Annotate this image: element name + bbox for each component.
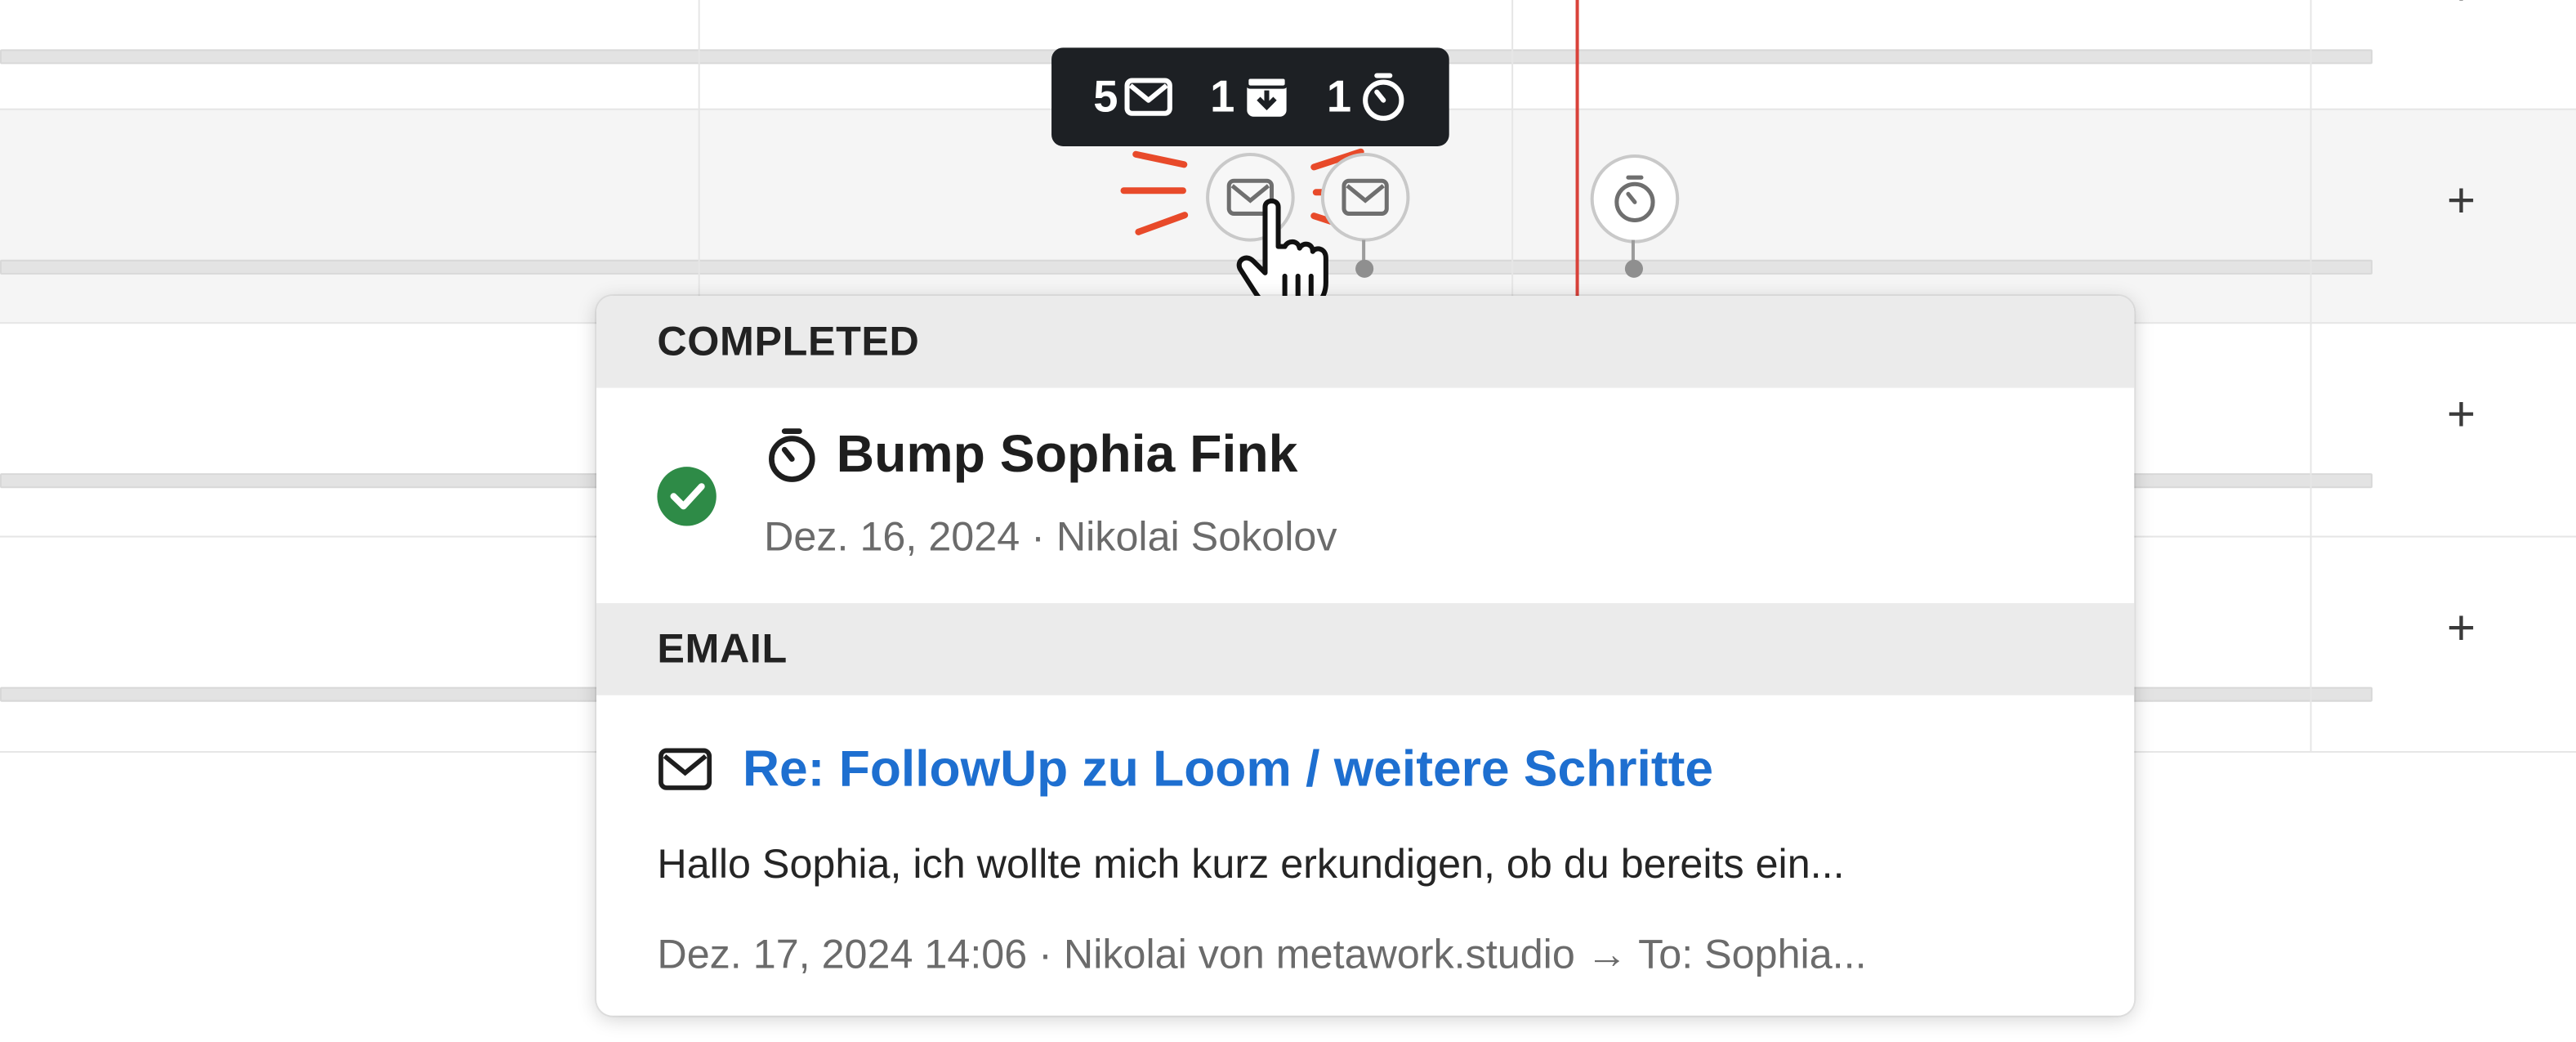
download-count-group: 1 bbox=[1210, 71, 1291, 122]
email-preview: Hallo Sophia, ich wollte mich kurz erkun… bbox=[657, 841, 1845, 888]
check-icon bbox=[657, 467, 717, 526]
add-button[interactable]: + bbox=[2438, 0, 2484, 14]
add-button[interactable]: + bbox=[2438, 604, 2484, 653]
event-dot bbox=[1624, 259, 1643, 278]
stopwatch-icon bbox=[1362, 73, 1404, 121]
download-box-icon bbox=[1244, 75, 1288, 117]
email-subject-text: Re: FollowUp zu Loom / weitere Schritte bbox=[742, 739, 1714, 798]
stopwatch-icon bbox=[769, 427, 815, 481]
task-title-text: Bump Sophia Fink bbox=[836, 423, 1298, 484]
add-button[interactable]: + bbox=[2438, 177, 2484, 226]
timer-count: 1 bbox=[1326, 71, 1352, 121]
activity-popover: COMPLETED Bump Sophia Fink Dez. 16, 2024… bbox=[596, 295, 2135, 1016]
envelope-icon bbox=[1342, 178, 1389, 216]
task-title[interactable]: Bump Sophia Fink bbox=[764, 424, 1297, 485]
today-marker bbox=[1575, 0, 1579, 300]
completed-header: COMPLETED bbox=[596, 295, 2135, 388]
task-meta: Dez. 16, 2024 · Nikolai Sokolov bbox=[764, 514, 1337, 561]
timer-event-node[interactable] bbox=[1590, 154, 1680, 244]
email-count-group: 5 bbox=[1093, 71, 1174, 122]
email-count: 5 bbox=[1093, 71, 1118, 121]
timer-count-group: 1 bbox=[1327, 70, 1408, 123]
envelope-icon bbox=[1125, 78, 1173, 116]
event-dot bbox=[1355, 259, 1374, 278]
email-meta: Dez. 17, 2024 14:06 · Nikolai von metawo… bbox=[657, 932, 1867, 978]
email-header: EMAIL bbox=[596, 603, 2135, 695]
envelope-icon bbox=[659, 748, 712, 790]
click-burst bbox=[1120, 187, 1186, 195]
email-subject-link[interactable]: Re: FollowUp zu Loom / weitere Schritte bbox=[657, 740, 1713, 798]
stopwatch-icon bbox=[1614, 175, 1655, 222]
timeline-bar bbox=[0, 259, 2373, 275]
column-divider bbox=[2310, 0, 2312, 752]
download-count: 1 bbox=[1210, 71, 1235, 121]
add-button[interactable]: + bbox=[2438, 391, 2484, 440]
activity-summary-tooltip: 5 1 1 bbox=[1051, 47, 1449, 146]
timeline-view: + + + + 5 1 1 bbox=[0, 0, 2576, 1042]
